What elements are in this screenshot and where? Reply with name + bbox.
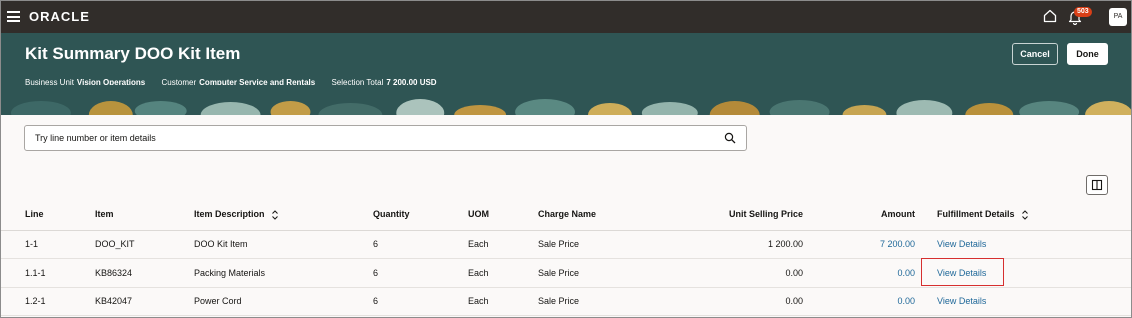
cell-charge-name: Sale Price [538,230,668,259]
cell-charge-name: Sale Price [538,258,668,288]
view-details-link[interactable]: View Details [915,230,1131,259]
cell-uom: Each [468,230,538,259]
sort-icon[interactable] [1021,209,1029,220]
cell-unit-selling-price: 0.00 [668,287,803,316]
header-decorative-pattern [1,85,1131,115]
cancel-button[interactable]: Cancel [1012,43,1058,65]
cell-amount-link[interactable]: 0.00 [803,258,915,288]
cell-item: DOO_KIT [95,230,194,259]
search-placeholder: Try line number or item details [35,133,156,143]
search-input[interactable]: Try line number or item details [24,125,747,151]
cell-unit-selling-price: 0.00 [668,258,803,288]
cell-uom: Each [468,258,538,288]
cell-charge-name: Sale Price [538,287,668,316]
cell-item: KB86324 [95,258,194,288]
done-button[interactable]: Done [1067,43,1108,65]
cell-quantity: 6 [373,230,468,259]
column-header-uom: UOM [468,199,538,231]
cell-quantity: 6 [373,287,468,316]
columns-icon [1091,179,1103,191]
cell-line: 1.2-1 [25,287,95,316]
cell-description: Power Cord [194,287,373,316]
column-header-fulfillment-details[interactable]: Fulfillment Details [915,199,1131,231]
table-row[interactable]: 1-1 DOO_KIT DOO Kit Item 6 Each Sale Pri… [1,230,1131,259]
column-layout-button[interactable] [1086,175,1108,195]
table-row[interactable]: 1.2-1 KB42047 Power Cord 6 Each Sale Pri… [1,287,1131,316]
cell-quantity: 6 [373,258,468,288]
page-title: Kit Summary DOO Kit Item [25,44,241,63]
sort-icon[interactable] [271,209,279,220]
column-header-unit-selling-price: Unit Selling Price [668,199,803,231]
cell-uom: Each [468,287,538,316]
cell-line: 1-1 [25,230,95,259]
page-header: Kit Summary DOO Kit Item Business Unit Vi… [1,33,1131,115]
search-icon[interactable] [724,132,736,144]
cell-description: DOO Kit Item [194,230,373,259]
cell-amount-link[interactable]: 0.00 [803,287,915,316]
hamburger-menu-icon[interactable] [7,11,20,22]
cell-unit-selling-price: 1 200.00 [668,230,803,259]
content-area: Try line number or item details Line Ite… [1,115,1131,317]
cell-amount-link[interactable]: 7 200.00 [803,230,915,259]
cell-line: 1.1-1 [25,258,95,288]
top-bar: ORACLE 503 PA [1,1,1131,33]
column-header-item: Item [95,199,194,231]
oracle-logo: ORACLE [29,9,90,24]
highlight-box [921,258,1004,286]
cell-item: KB42047 [95,287,194,316]
home-icon[interactable] [1043,9,1057,23]
column-header-line: Line [25,199,95,231]
user-avatar[interactable]: PA [1109,8,1127,26]
table-header-row: Line Item Item Description Quantity UOM … [1,199,1131,231]
view-details-link[interactable]: View Details [915,287,1131,316]
cell-description: Packing Materials [194,258,373,288]
app-frame: ORACLE 503 PA Kit Summary DOO Kit Item B… [0,0,1132,318]
column-header-quantity: Quantity [373,199,468,231]
column-header-charge-name: Charge Name [538,199,668,231]
column-header-item-description[interactable]: Item Description [194,199,373,231]
column-header-amount: Amount [803,199,915,231]
notification-count-badge: 503 [1074,7,1092,17]
